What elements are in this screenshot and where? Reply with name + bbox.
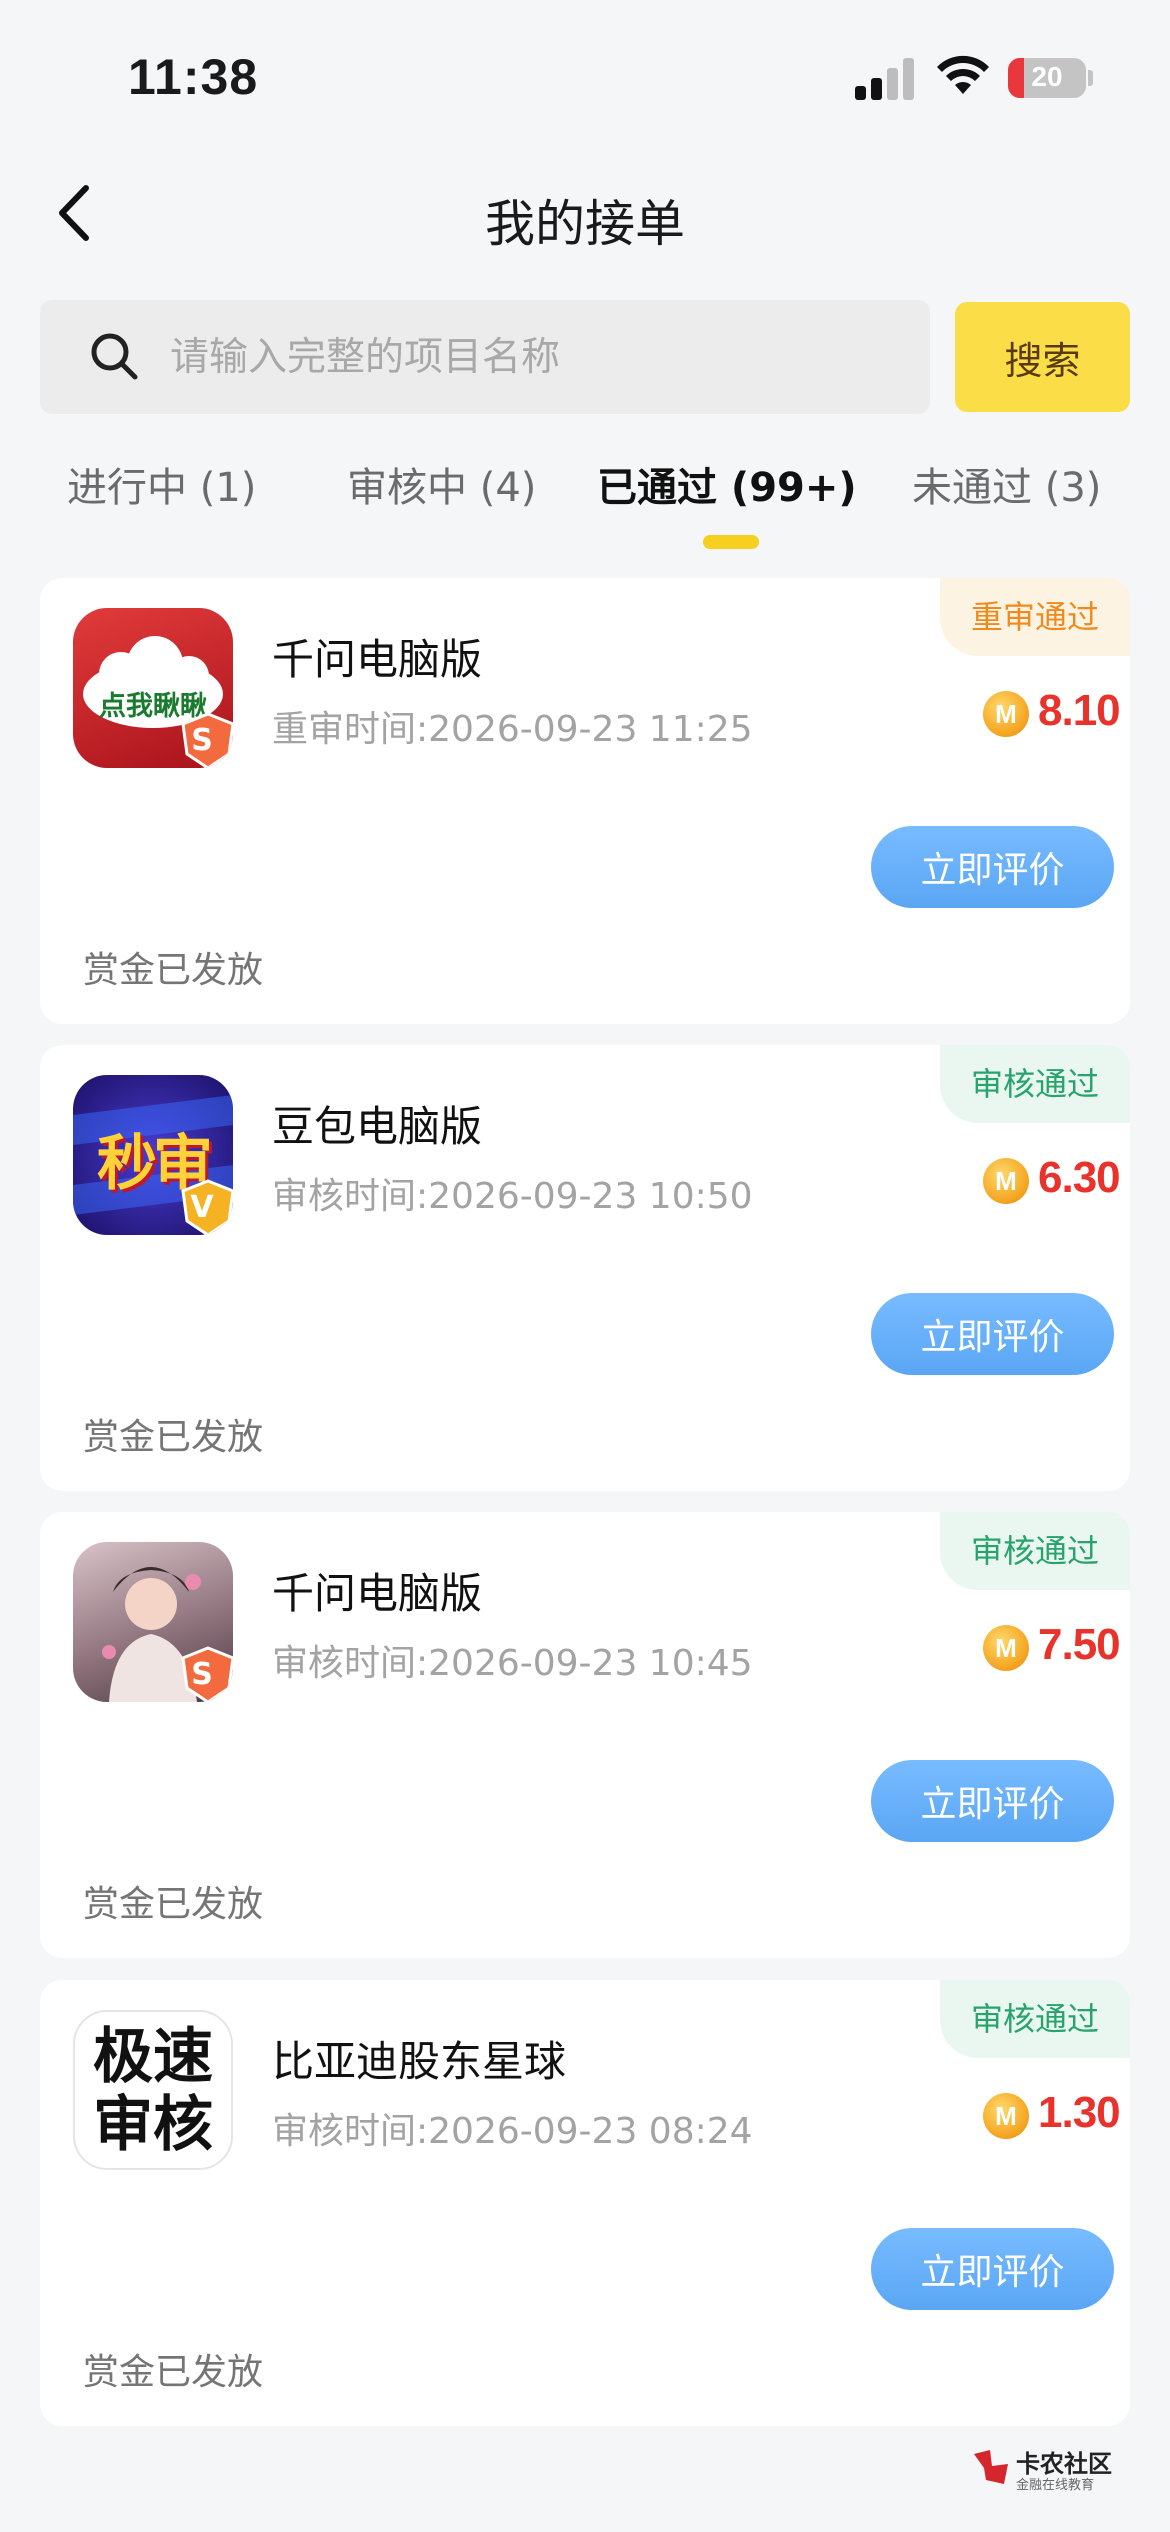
reward-amount: 1.30: [1038, 2088, 1121, 2137]
app-icon-label-line1: 极速: [93, 2022, 213, 2092]
app-icon: 点我瞅瞅 S: [73, 608, 233, 768]
watermark-subtitle: 金融在线教育: [1016, 2478, 1095, 2493]
reward-amount: 8.10: [1038, 686, 1121, 735]
tab-rejected[interactable]: 未通过 (3): [912, 455, 1101, 513]
badge-letter: V: [190, 1190, 214, 1225]
app-icon: 秒审 V: [73, 1075, 233, 1235]
coin-icon: M: [983, 691, 1029, 737]
card-time: 审核时间:2026-09-23 08:24: [272, 2111, 753, 2152]
coin-icon: M: [983, 1625, 1029, 1671]
tab-approved[interactable]: 已通过 (99+): [597, 455, 857, 513]
reward-status: 赏金已发放: [83, 2352, 264, 2393]
search-input[interactable]: [170, 300, 910, 414]
status-time: 11:38: [128, 49, 259, 105]
reward-status: 赏金已发放: [83, 950, 264, 991]
page-title: 我的接单: [485, 195, 685, 253]
battery-icon: 20: [1008, 58, 1086, 98]
tab-in-progress[interactable]: 进行中 (1): [67, 455, 256, 513]
app-icon-label-line2: 审核: [93, 2090, 213, 2160]
app-icon: S: [73, 1542, 233, 1702]
watermark: 卡农社区 金融在线教育: [970, 2440, 1170, 2500]
badge-letter: S: [191, 1657, 213, 1692]
rate-now-button[interactable]: 立即评价: [871, 826, 1114, 908]
card-title: 千问电脑版: [272, 1569, 483, 1618]
order-card[interactable]: 点我瞅瞅 S 千问电脑版 重审时间:2026-09-23 11:25 重审通过 …: [40, 578, 1130, 1024]
badge-letter: S: [191, 723, 213, 758]
coin-icon: M: [983, 2093, 1029, 2139]
battery-tip: [1088, 70, 1093, 86]
card-time: 审核时间:2026-09-23 10:50: [272, 1176, 753, 1217]
search-icon: [91, 333, 138, 380]
card-time: 审核时间:2026-09-23 10:45: [272, 1643, 753, 1684]
status-badge: 重审通过: [940, 578, 1130, 656]
my-orders-page: 11:38 20 我的接单 搜索 进行中 (1) 审核中 (4): [0, 0, 1170, 2532]
reward-amount: 6.30: [1038, 1153, 1121, 1202]
card-title: 千问电脑版: [272, 635, 483, 684]
tab-active-indicator: [703, 535, 759, 549]
reward-status: 赏金已发放: [83, 1884, 264, 1925]
status-bar: 11:38 20: [0, 0, 1170, 150]
rate-now-button[interactable]: 立即评价: [871, 1760, 1114, 1842]
wifi-icon: [937, 55, 989, 94]
search-box[interactable]: [40, 300, 930, 414]
status-badge: 审核通过: [940, 1512, 1130, 1590]
rate-now-button[interactable]: 立即评价: [871, 1293, 1114, 1375]
watermark-logo-icon: [974, 2450, 1008, 2484]
status-badge: 审核通过: [940, 1045, 1130, 1123]
card-time: 重审时间:2026-09-23 11:25: [272, 709, 753, 750]
coin-icon: M: [983, 1158, 1029, 1204]
tab-under-review[interactable]: 审核中 (4): [347, 455, 536, 513]
status-badge: 审核通过: [940, 1980, 1130, 2058]
battery-percent: 20: [1031, 61, 1063, 92]
rate-now-button[interactable]: 立即评价: [871, 2228, 1114, 2310]
card-title: 豆包电脑版: [272, 1102, 483, 1151]
order-card[interactable]: 秒审 V 豆包电脑版 审核时间:2026-09-23 10:50 审核通过 M …: [40, 1045, 1130, 1491]
reward-amount: 7.50: [1038, 1620, 1121, 1669]
app-icon: 极速 审核: [73, 2010, 233, 2170]
order-card[interactable]: S 千问电脑版 审核时间:2026-09-23 10:45 审核通过 M 7.5…: [40, 1512, 1130, 1958]
search-button[interactable]: 搜索: [955, 302, 1130, 412]
card-title: 比亚迪股东星球: [272, 2037, 567, 2086]
signal-icon: [855, 56, 917, 100]
order-card[interactable]: 极速 审核 比亚迪股东星球 审核时间:2026-09-23 08:24 审核通过…: [40, 1980, 1130, 2426]
reward-status: 赏金已发放: [83, 1417, 264, 1458]
